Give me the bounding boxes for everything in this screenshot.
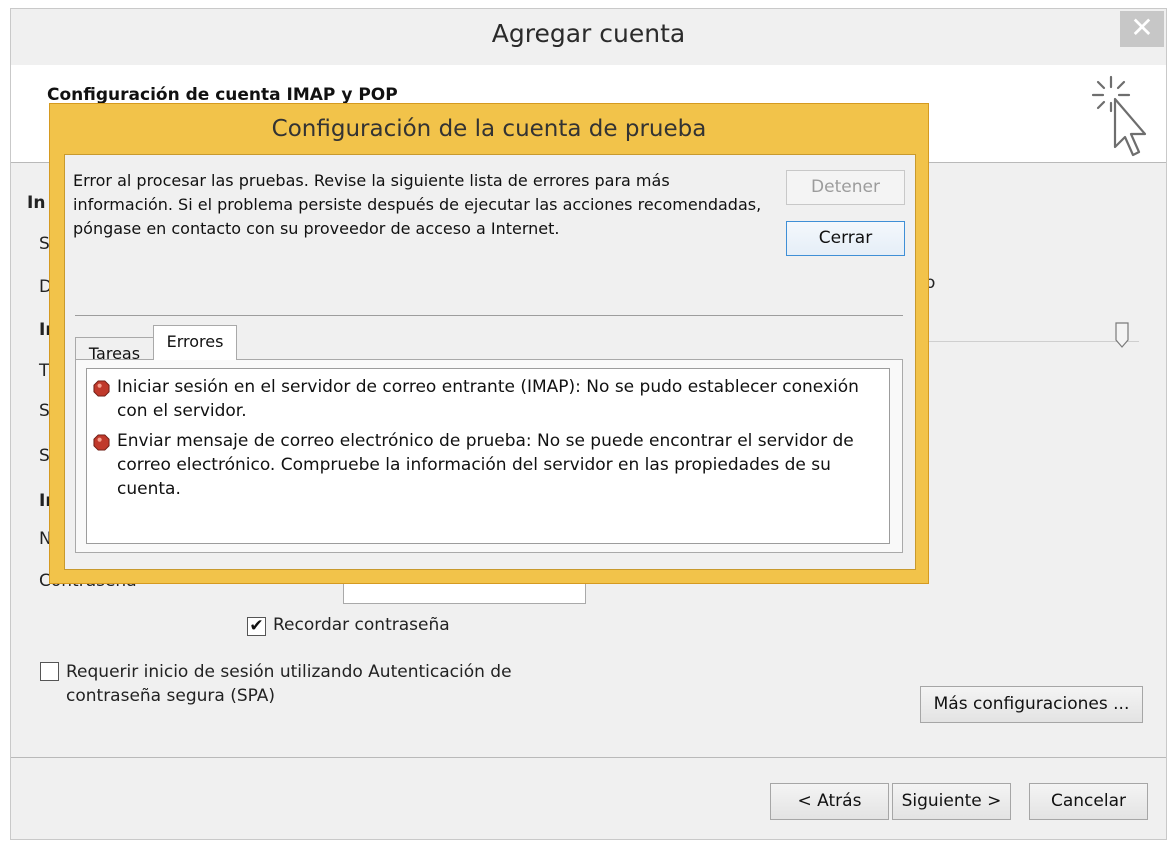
footer-divider	[11, 757, 1166, 758]
next-button[interactable]: Siguiente >	[892, 783, 1011, 820]
window-titlebar: Agregar cuenta ✕	[11, 9, 1166, 65]
error-message: Enviar mensaje de correo electrónico de …	[117, 431, 854, 499]
dialog-title: Configuración de la cuenta de prueba	[271, 116, 707, 142]
window-close-button[interactable]: ✕	[1120, 11, 1164, 47]
errors-list: Iniciar sesión en el servidor de correo …	[86, 368, 890, 544]
remember-password-checkbox[interactable]: ✔	[247, 617, 266, 636]
remember-password-label: Recordar contraseña	[273, 615, 450, 635]
back-button[interactable]: < Atrás	[770, 783, 889, 820]
more-settings-button[interactable]: Más configuraciones ...	[920, 686, 1143, 723]
mail-offline-slider-thumb[interactable]	[1115, 322, 1129, 348]
field-label: T	[39, 361, 50, 381]
spa-label: Requerir inicio de sesión utilizando Aut…	[66, 662, 512, 706]
error-icon	[93, 380, 110, 397]
spa-checkbox[interactable]	[40, 662, 59, 681]
errors-tab-panel: Iniciar sesión en el servidor de correo …	[75, 359, 903, 553]
close-button[interactable]: Cerrar	[786, 221, 905, 256]
error-icon	[93, 434, 110, 451]
mail-offline-slider-track	[929, 341, 1139, 342]
error-message: Iniciar sesión en el servidor de correo …	[117, 377, 859, 421]
error-summary-message: Error al procesar las pruebas. Revise la…	[73, 171, 762, 238]
wand-cursor-icon	[1091, 75, 1147, 157]
wizard-header-title: Configuración de cuenta IMAP y POP	[47, 85, 398, 105]
test-account-settings-dialog: Configuración de la cuenta de prueba Err…	[49, 103, 929, 584]
section-label: In	[27, 193, 46, 213]
cancel-button[interactable]: Cancelar	[1029, 783, 1148, 820]
dialog-body: Error al procesar las pruebas. Revise la…	[64, 154, 916, 570]
stop-button[interactable]: Detener	[786, 170, 905, 205]
window-title: Agregar cuenta	[491, 19, 686, 48]
dialog-divider	[75, 315, 903, 316]
tab-errors[interactable]: Errores	[153, 325, 237, 360]
